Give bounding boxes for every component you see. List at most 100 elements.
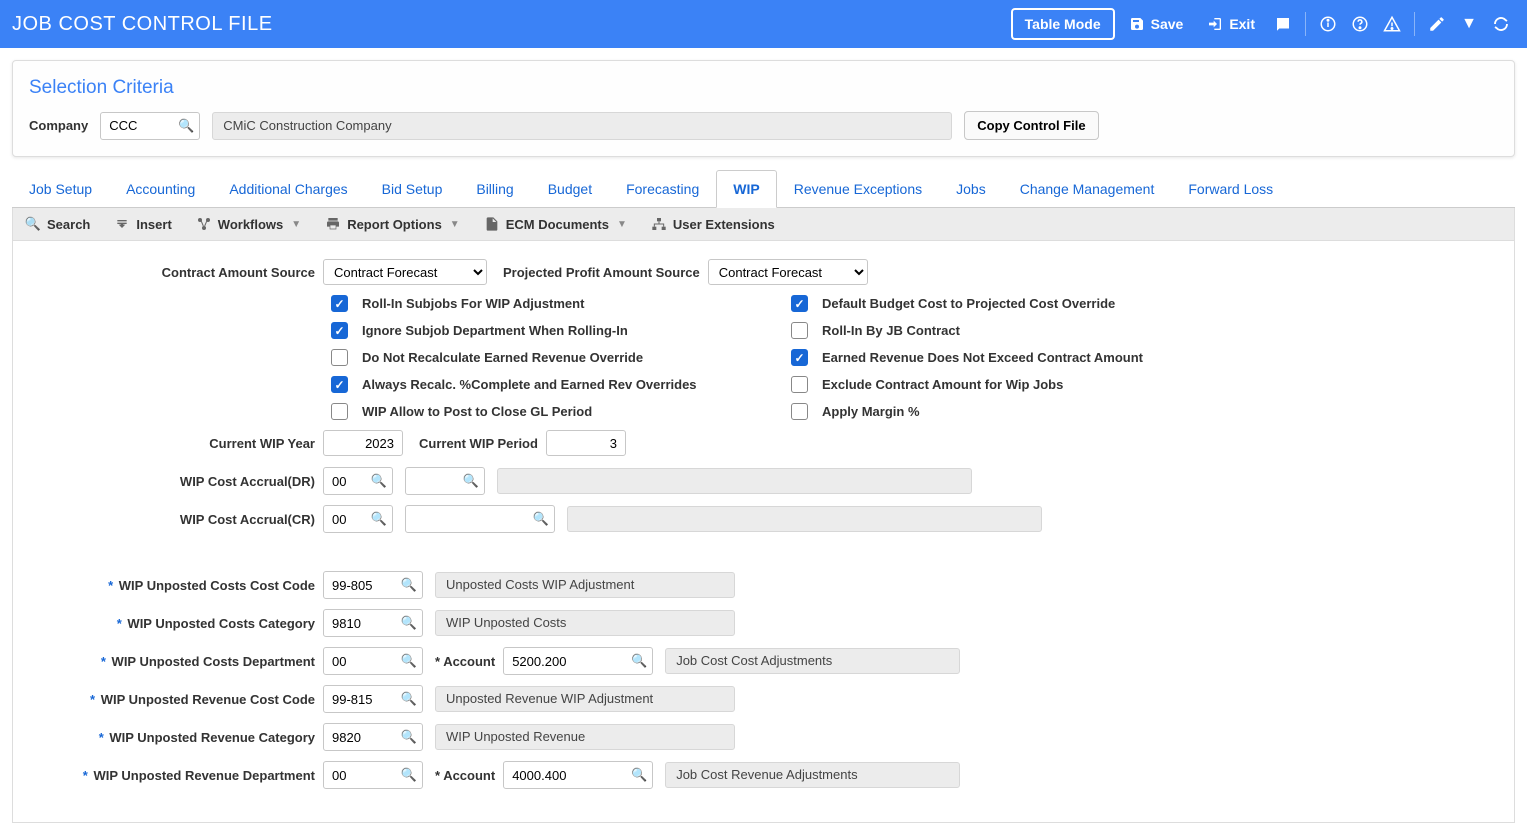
table-mode-button[interactable]: Table Mode	[1011, 8, 1115, 40]
refresh-icon[interactable]	[1487, 10, 1515, 38]
info-icon[interactable]	[1314, 10, 1342, 38]
code-input[interactable]	[323, 609, 423, 637]
account-lookup[interactable]: 🔍	[503, 647, 653, 675]
checkbox[interactable]	[791, 403, 808, 420]
checkbox[interactable]	[791, 376, 808, 393]
action-toolbar: 🔍 Search Insert Workflows ▼ Report Optio…	[12, 208, 1515, 241]
edit-icon[interactable]	[1423, 10, 1451, 38]
checkbox[interactable]	[331, 376, 348, 393]
checkbox[interactable]	[331, 322, 348, 339]
code-lookup[interactable]: 🔍	[323, 685, 423, 713]
wip-form: Contract Amount Source Contract Forecast…	[12, 241, 1515, 823]
workflow-icon	[196, 216, 212, 232]
help-icon[interactable]	[1346, 10, 1374, 38]
current-wip-year-input[interactable]	[323, 430, 403, 456]
tab-wip[interactable]: WIP	[716, 170, 776, 208]
checkbox-grid: Roll-In Subjobs For WIP AdjustmentIgnore…	[331, 295, 1498, 420]
form-row: * WIP Unposted Revenue Cost Code🔍Unposte…	[29, 684, 1498, 714]
checkbox-row: Roll-In Subjobs For WIP Adjustment	[331, 295, 791, 312]
code-input[interactable]	[323, 723, 423, 751]
accrual-dr-acct-lookup[interactable]: 🔍	[405, 467, 485, 495]
checkbox-label: Earned Revenue Does Not Exceed Contract …	[822, 350, 1143, 365]
company-lookup[interactable]: 🔍	[100, 112, 200, 140]
field-label: * WIP Unposted Revenue Department	[29, 768, 323, 783]
form-row: * WIP Unposted Revenue Department🔍* Acco…	[29, 760, 1498, 790]
account-input[interactable]	[503, 761, 653, 789]
accrual-cr-dept-lookup[interactable]: 🔍	[323, 505, 393, 533]
checkbox-row: WIP Allow to Post to Close GL Period	[331, 403, 791, 420]
checkbox-row: Always Recalc. %Complete and Earned Rev …	[331, 376, 791, 393]
contract-amount-source-label: Contract Amount Source	[29, 265, 323, 280]
search-tool[interactable]: 🔍 Search	[25, 216, 90, 232]
code-lookup[interactable]: 🔍	[323, 609, 423, 637]
notes-icon[interactable]	[1269, 10, 1297, 38]
code-input[interactable]	[323, 647, 423, 675]
code-lookup[interactable]: 🔍	[323, 647, 423, 675]
checkbox[interactable]	[331, 403, 348, 420]
copy-control-file-button[interactable]: Copy Control File	[964, 111, 1098, 140]
checkbox-row: Apply Margin %	[791, 403, 1143, 420]
exit-label: Exit	[1229, 16, 1255, 32]
tab-job-setup[interactable]: Job Setup	[12, 170, 109, 208]
field-label: * WIP Unposted Costs Department	[29, 654, 323, 669]
tab-bid-setup[interactable]: Bid Setup	[365, 170, 460, 208]
warning-icon[interactable]	[1378, 10, 1406, 38]
current-wip-year-label: Current WIP Year	[29, 436, 323, 451]
app-header: JOB COST CONTROL FILE Table Mode Save Ex…	[0, 0, 1527, 48]
tab-jobs[interactable]: Jobs	[939, 170, 1003, 208]
ecm-documents-tool[interactable]: ECM Documents ▼	[484, 216, 627, 232]
tab-accounting[interactable]: Accounting	[109, 170, 212, 208]
accrual-cr-dept-input[interactable]	[323, 505, 393, 533]
account-description: Job Cost Cost Adjustments	[665, 648, 960, 674]
projected-profit-source-select[interactable]: Contract Forecast	[708, 259, 868, 285]
search-icon: 🔍	[25, 216, 41, 232]
company-input[interactable]	[100, 112, 200, 140]
tool-label: Search	[47, 217, 90, 232]
checkbox-label: Roll-In By JB Contract	[822, 323, 960, 338]
current-wip-period-input[interactable]	[546, 430, 626, 456]
account-description: Job Cost Revenue Adjustments	[665, 762, 960, 788]
current-wip-period-label: Current WIP Period	[419, 436, 538, 451]
tab-billing[interactable]: Billing	[459, 170, 530, 208]
caret-down-icon[interactable]: ▼	[1455, 10, 1483, 38]
contract-amount-source-select[interactable]: Contract Forecast	[323, 259, 487, 285]
code-input[interactable]	[323, 761, 423, 789]
checkbox[interactable]	[791, 322, 808, 339]
exit-button[interactable]: Exit	[1197, 10, 1265, 38]
checkbox[interactable]	[331, 295, 348, 312]
report-options-tool[interactable]: Report Options ▼	[325, 216, 460, 232]
accrual-cr-acct-input[interactable]	[405, 505, 555, 533]
accrual-dr-acct-input[interactable]	[405, 467, 485, 495]
description-field: WIP Unposted Revenue	[435, 724, 735, 750]
tab-strip: Job SetupAccountingAdditional ChargesBid…	[12, 169, 1515, 208]
description-field: Unposted Costs WIP Adjustment	[435, 572, 735, 598]
tab-forecasting[interactable]: Forecasting	[609, 170, 716, 208]
save-button[interactable]: Save	[1119, 10, 1194, 38]
checkbox-label: Default Budget Cost to Projected Cost Ov…	[822, 296, 1115, 311]
checkbox[interactable]	[791, 295, 808, 312]
tab-additional-charges[interactable]: Additional Charges	[212, 170, 364, 208]
user-extensions-tool[interactable]: User Extensions	[651, 216, 775, 232]
chevron-down-icon: ▼	[617, 219, 627, 230]
workflows-tool[interactable]: Workflows ▼	[196, 216, 301, 232]
accrual-cr-acct-lookup[interactable]: 🔍	[405, 505, 555, 533]
tab-forward-loss[interactable]: Forward Loss	[1171, 170, 1290, 208]
tab-revenue-exceptions[interactable]: Revenue Exceptions	[777, 170, 939, 208]
tab-change-management[interactable]: Change Management	[1003, 170, 1172, 208]
code-input[interactable]	[323, 685, 423, 713]
header-actions: Table Mode Save Exit ▼	[1011, 8, 1515, 40]
code-lookup[interactable]: 🔍	[323, 761, 423, 789]
checkbox[interactable]	[331, 349, 348, 366]
account-input[interactable]	[503, 647, 653, 675]
account-lookup[interactable]: 🔍	[503, 761, 653, 789]
code-input[interactable]	[323, 571, 423, 599]
accrual-dr-dept-lookup[interactable]: 🔍	[323, 467, 393, 495]
code-lookup[interactable]: 🔍	[323, 571, 423, 599]
checkbox[interactable]	[791, 349, 808, 366]
insert-tool[interactable]: Insert	[114, 216, 171, 232]
field-label: * WIP Unposted Revenue Category	[29, 730, 323, 745]
accrual-dr-dept-input[interactable]	[323, 467, 393, 495]
code-lookup[interactable]: 🔍	[323, 723, 423, 751]
company-description: CMiC Construction Company	[212, 112, 952, 140]
tab-budget[interactable]: Budget	[531, 170, 609, 208]
